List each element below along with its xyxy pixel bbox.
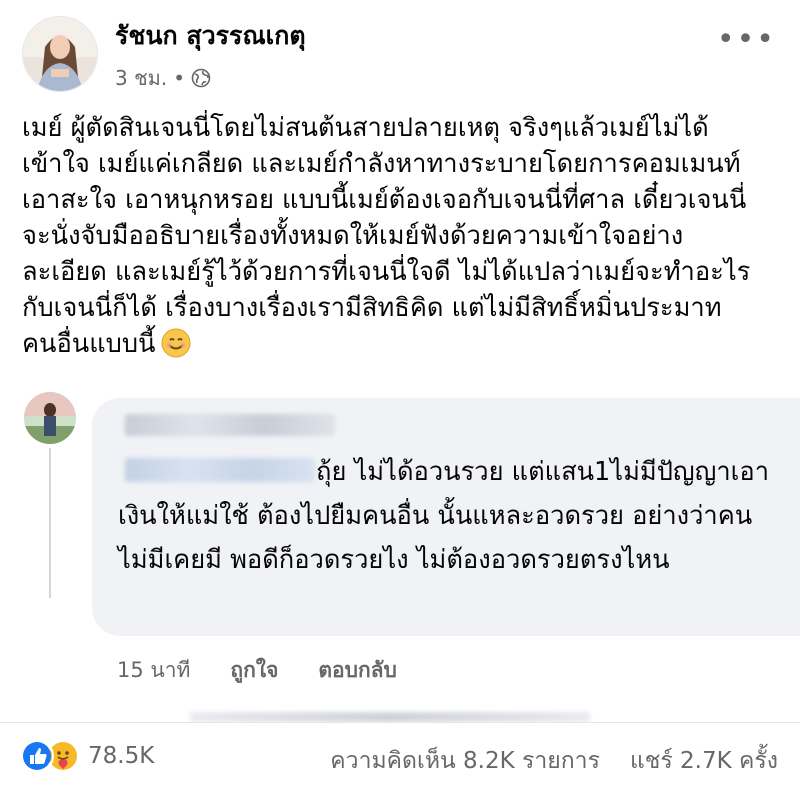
post-line: จะนั่งจับมืออธิบายเรื่องทั้งหมดให้เมย์ฟั…	[22, 221, 684, 251]
comment-actions: 15 นาที ถูกใจ ตอบกลับ	[117, 654, 397, 687]
globe-icon	[191, 68, 211, 88]
more-options-icon[interactable]: •••	[717, 22, 776, 57]
post-line: ละเอียด และเมย์รู้ไว้ด้วยการที่เจนนี่ใจด…	[22, 257, 751, 287]
author-avatar[interactable]	[22, 16, 98, 92]
thread-line	[49, 448, 51, 598]
author-name[interactable]: รัชนก สุวรรณเกตุ	[115, 16, 306, 56]
post-line: คนอื่นแบบนี้	[22, 329, 156, 359]
comment-text: ถุ้ย ไม่ได้อวนรวย แต่แสน1ไม่มีปัญญาเอาเง…	[118, 457, 770, 575]
comment-like-button[interactable]: ถูกใจ	[230, 654, 278, 687]
comments-count-link[interactable]: ความคิดเห็น 8.2K รายการ	[330, 743, 600, 779]
meta-separator: •	[173, 66, 185, 90]
post-last-line: คนอื่นแบบนี้	[22, 326, 782, 362]
post-footer: 78.5K ความคิดเห็น 8.2K รายการ แชร์ 2.7K …	[0, 722, 800, 788]
post-meta: 3 ชม. •	[115, 62, 211, 94]
smiling-face-emoji	[161, 328, 191, 358]
post-body: เมย์ ผู้ตัดสินเจนนี่โดยไม่สนต้นสายปลายเห…	[22, 110, 782, 362]
next-comment-redacted	[190, 712, 590, 722]
like-reaction-icon	[20, 739, 54, 773]
reaction-count: 78.5K	[88, 743, 155, 769]
comment-time[interactable]: 15 นาที	[117, 654, 190, 687]
post-header: รัชนก สุวรรณเกตุ 3 ชม. • •••	[0, 0, 800, 100]
commenter-avatar[interactable]	[24, 392, 76, 444]
post-line: กับเจนนี่ก็ได้ เรื่องบางเรื่องเรามีสิทธิ…	[22, 293, 722, 323]
post-line: เมย์ ผู้ตัดสินเจนนี่โดยไม่สนต้นสายปลายเห…	[22, 113, 709, 143]
comment-thread: ถุ้ย ไม่ได้อวนรวย แต่แสน1ไม่มีปัญญาเอาเง…	[0, 392, 800, 722]
post-stats: ความคิดเห็น 8.2K รายการ แชร์ 2.7K ครั้ง	[330, 743, 778, 779]
reactions-summary[interactable]: 78.5K	[20, 739, 154, 773]
comment-reply-button[interactable]: ตอบกลับ	[318, 654, 397, 687]
post-time[interactable]: 3 ชม.	[115, 62, 167, 94]
post-line: เอาสะใจ เอาหนุกหรอย แบบนี้เมย์ต้องเจอกับ…	[22, 185, 747, 215]
shares-count-link[interactable]: แชร์ 2.7K ครั้ง	[630, 743, 778, 779]
commenter-name-redacted	[125, 414, 335, 436]
post-line: เข้าใจ เมย์แค่เกลียด และเมย์กำลังหาทางระ…	[22, 149, 741, 179]
